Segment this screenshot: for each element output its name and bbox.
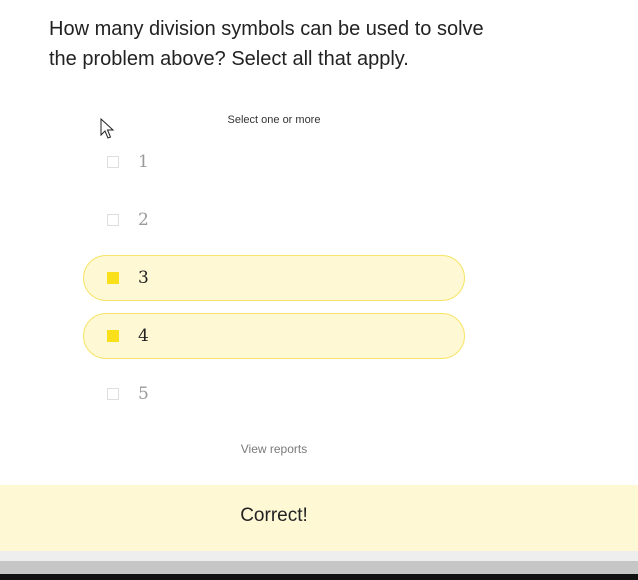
option-label-2: 2: [138, 210, 149, 230]
checkbox-1[interactable]: [107, 156, 119, 168]
checkbox-2[interactable]: [107, 214, 119, 226]
checkbox-4[interactable]: [107, 330, 119, 342]
feedback-banner: Correct!: [0, 485, 638, 551]
option-3[interactable]: 3: [83, 255, 465, 301]
checkbox-3[interactable]: [107, 272, 119, 284]
question-line-1: How many division symbols can be used to…: [49, 18, 484, 40]
instruction-text: Select one or more: [227, 114, 321, 126]
question-line-2: the problem above? Select all that apply…: [49, 48, 409, 70]
option-2[interactable]: 2: [83, 197, 465, 243]
option-label-4: 4: [138, 326, 149, 346]
option-4[interactable]: 4: [83, 313, 465, 359]
bottom-toolbar: [0, 561, 638, 574]
view-reports-link[interactable]: View reports: [83, 442, 465, 456]
option-1[interactable]: 1: [83, 139, 465, 185]
option-label-3: 3: [138, 268, 149, 288]
answer-options: 1 2 3 4 5: [83, 139, 465, 429]
feedback-text: Correct!: [240, 505, 308, 526]
option-label-5: 5: [138, 384, 149, 404]
bottom-edge: [0, 574, 638, 580]
question-text: How many division symbols can be used to…: [49, 14, 529, 74]
checkbox-5[interactable]: [107, 388, 119, 400]
option-label-1: 1: [138, 152, 149, 172]
option-5[interactable]: 5: [83, 371, 465, 417]
bottom-divider: [0, 551, 638, 561]
